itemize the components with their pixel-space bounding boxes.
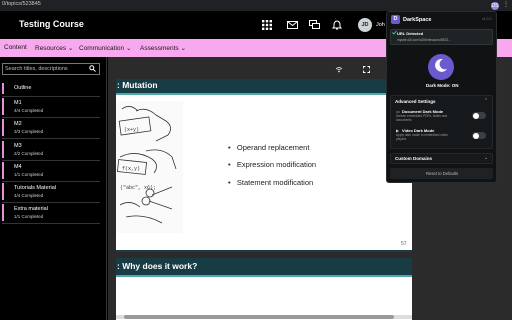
url-value: mysite.d2l.com/d2l/le/lessons/6523... — [397, 38, 451, 42]
sidebar-item-status: 2/2 Completed — [14, 151, 44, 156]
slide-header-bar — [116, 79, 412, 93]
bullet-item: • Statement modification — [228, 178, 314, 187]
divider — [2, 181, 100, 182]
reset-defaults-label: Reset to Defaults — [426, 171, 459, 176]
popup-title: DarkSpace — [403, 17, 432, 23]
bell-icon[interactable] — [331, 20, 343, 30]
toggle-knob — [473, 132, 479, 139]
avatar[interactable]: JD — [358, 18, 372, 32]
popup-version: v1.0.0 — [482, 17, 492, 21]
url-text: 0/topics/523845 — [2, 1, 41, 7]
divider — [2, 117, 100, 118]
kebab-icon[interactable]: ⋮ — [503, 1, 509, 8]
fullscreen-icon[interactable] — [363, 66, 370, 75]
chevron-down-icon[interactable]: ⌄ — [484, 155, 488, 161]
grid-icon[interactable] — [262, 20, 272, 30]
bullet-item: • Expression modification — [228, 160, 317, 169]
user-name[interactable]: Joh — [376, 22, 385, 28]
bullet-item: • Operand replacement — [228, 143, 310, 152]
sidebar-item-status: 4/4 Completed — [14, 108, 44, 113]
svg-text:f(x,y): f(x,y) — [122, 166, 140, 172]
sidebar-item-title: Extra material — [14, 206, 48, 212]
option-description: players — [396, 137, 407, 141]
dark-mode-status: Dark Mode: ON — [426, 83, 459, 88]
sidebar-item-title: M4 — [14, 164, 22, 170]
divider — [2, 138, 100, 139]
sidebar-item-title: M1 — [14, 100, 22, 106]
search-placeholder: Search titles, descriptions — [5, 66, 68, 72]
slide-footer-bar — [116, 250, 412, 252]
moon-icon — [433, 57, 449, 78]
mutation-illustration: (x+y) f(x,y) ("abc", x6); — [116, 101, 183, 233]
nav-content[interactable]: Content — [4, 44, 27, 51]
divider — [2, 202, 100, 203]
sidebar-item-status: 1/1 Completed — [14, 214, 44, 219]
sidebar-item-title: M2 — [14, 121, 22, 127]
sidebar-item-status: 4/4 Completed — [14, 193, 44, 198]
svg-text:("abc", x6);: ("abc", x6); — [120, 185, 156, 191]
course-title[interactable]: Testing Course — [19, 19, 84, 29]
broadcast-icon[interactable] — [335, 67, 345, 75]
advanced-settings-title[interactable]: Advanced Settings — [395, 99, 436, 104]
mail-icon[interactable] — [287, 20, 298, 30]
url-status: URL Detected — [397, 31, 424, 36]
search-icon[interactable] — [89, 65, 96, 74]
slide-title: : Why does it work? — [117, 261, 198, 271]
sidebar-item-status: 1/1 Completed — [14, 172, 44, 177]
darkspace-logo: D — [391, 15, 400, 24]
slide-accent-line — [116, 93, 412, 95]
option-description: documents — [396, 118, 412, 122]
scrollbar-thumb[interactable] — [124, 315, 394, 319]
slide-number: 57 — [401, 241, 407, 247]
divider — [2, 223, 100, 224]
slide-title: : Mutation — [117, 80, 158, 90]
nav-resources[interactable]: Resources ⌄ — [35, 44, 73, 52]
slide-accent-line — [116, 275, 412, 277]
viewer-toolbar — [335, 66, 370, 75]
sidebar-item-title: Tutorials Material — [14, 185, 56, 191]
chevron-up-icon[interactable]: ⌃ — [484, 98, 488, 104]
darkspace-extension-button[interactable]: DS — [491, 2, 499, 10]
toggle-knob — [473, 112, 479, 119]
nav-assessments[interactable]: Assessments ⌄ — [140, 44, 186, 52]
nav-communication[interactable]: Communication ⌄ — [79, 44, 131, 52]
address-field[interactable] — [0, 0, 490, 11]
custom-domains-title: Custom Domains — [395, 156, 433, 161]
divider — [2, 96, 100, 97]
sidebar-outline-label: Outline — [14, 85, 32, 91]
sidebar-item-status: 3/3 Completed — [14, 129, 44, 134]
chat-icon[interactable] — [309, 20, 320, 30]
sidebar-item-title: M3 — [14, 143, 22, 149]
divider — [2, 160, 100, 161]
svg-text:(x+y): (x+y) — [124, 127, 139, 133]
